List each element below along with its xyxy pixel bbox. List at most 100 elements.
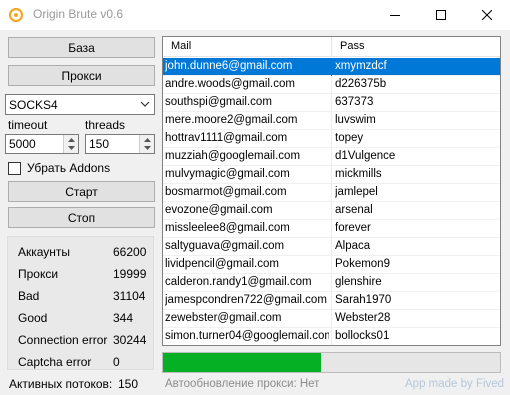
table-row[interactable]: lividpencil@gmail.com Pokemon9 bbox=[163, 256, 500, 274]
cell-mail: jamespcondren722@gmail.com bbox=[165, 294, 327, 306]
chevron-down-icon bbox=[140, 101, 150, 107]
column-divider bbox=[331, 76, 332, 94]
cell-mail: evozone@gmail.com bbox=[165, 204, 273, 216]
column-divider bbox=[331, 94, 332, 112]
cell-pass: Webster28 bbox=[335, 312, 391, 324]
cell-pass: Sarah1970 bbox=[335, 294, 392, 306]
remove-addons-checkbox[interactable] bbox=[8, 162, 21, 175]
timeout-spinner[interactable]: 5000 bbox=[5, 134, 79, 154]
remove-addons-label[interactable]: Убрать Addons bbox=[27, 161, 110, 175]
stat-label: Bad bbox=[18, 289, 40, 303]
stat-label: Прокси bbox=[18, 267, 59, 281]
cell-mail: saltyguava@gmail.com bbox=[165, 240, 285, 252]
timeout-spinner-arrows[interactable] bbox=[63, 135, 78, 153]
accounts-table[interactable]: Mail Pass john.dunne6@gmail.com xmymzdcf a… bbox=[162, 36, 501, 346]
stats-panel: Аккаунты 66200 Прокси 19999 Bad 31104 Go… bbox=[7, 236, 154, 370]
column-header-pass[interactable]: Pass bbox=[340, 40, 364, 52]
threads-spinner[interactable]: 150 bbox=[85, 134, 155, 154]
proxy-button[interactable]: Прокси bbox=[8, 65, 155, 86]
column-divider[interactable] bbox=[331, 37, 332, 57]
cell-mail: simon.turner04@googlemail.com bbox=[165, 330, 329, 342]
stat-proxies: Прокси 19999 bbox=[18, 267, 148, 283]
stat-good: Good 344 bbox=[18, 311, 148, 327]
table-row[interactable]: hottrav1111@gmail.com topey bbox=[163, 130, 500, 148]
spin-up-icon[interactable] bbox=[144, 138, 151, 142]
cell-pass: glenshire bbox=[335, 276, 382, 288]
threads-value: 150 bbox=[89, 137, 110, 151]
close-icon bbox=[482, 10, 492, 20]
table-row[interactable]: evozone@gmail.com arsenal bbox=[163, 202, 500, 220]
stop-button[interactable]: Стоп bbox=[8, 207, 155, 228]
column-header-mail[interactable]: Mail bbox=[171, 40, 191, 52]
cell-pass: jamlepel bbox=[335, 186, 378, 198]
made-by-label: App made by Fived bbox=[405, 378, 505, 390]
table-row[interactable]: saltyguava@gmail.com Alpaca bbox=[163, 238, 500, 256]
cell-pass: Alpaca bbox=[335, 240, 371, 252]
table-row[interactable]: zewebster@gmail.com Webster28 bbox=[163, 310, 500, 328]
cell-mail: bosmarmot@gmail.com bbox=[165, 186, 287, 198]
proxy-type-value: SOCKS4 bbox=[9, 98, 58, 112]
active-threads-label: Активных потоков: bbox=[9, 377, 113, 391]
cell-mail: andre.woods@gmail.com bbox=[165, 78, 295, 90]
spin-up-icon[interactable] bbox=[68, 138, 75, 142]
column-divider bbox=[331, 220, 332, 238]
cell-mail: lividpencil@gmail.com bbox=[165, 258, 279, 270]
window-title: Origin Brute v0.6 bbox=[33, 7, 124, 21]
cell-pass: bollocks01 bbox=[335, 330, 390, 342]
start-button[interactable]: Старт bbox=[8, 181, 155, 202]
table-row[interactable]: john.dunne6@gmail.com xmymzdcf bbox=[163, 58, 500, 76]
proxy-type-select[interactable]: SOCKS4 bbox=[5, 94, 155, 115]
table-row[interactable]: bosmarmot@gmail.com jamlepel bbox=[163, 184, 500, 202]
table-row[interactable]: muzziah@googlemail.com d1Vulgence bbox=[163, 148, 500, 166]
column-divider bbox=[331, 274, 332, 292]
table-row[interactable]: andre.woods@gmail.com d226375b bbox=[163, 76, 500, 94]
cell-mail: john.dunne6@gmail.com bbox=[165, 60, 293, 72]
cell-mail: calderon.randy1@gmail.com bbox=[165, 276, 312, 288]
base-button[interactable]: База bbox=[8, 37, 155, 58]
column-divider bbox=[331, 202, 332, 220]
stat-value: 0 bbox=[113, 355, 120, 369]
minimize-button[interactable] bbox=[372, 0, 418, 30]
cell-pass: 637373 bbox=[335, 96, 374, 108]
stat-value: 66200 bbox=[113, 245, 147, 259]
timeout-value: 5000 bbox=[9, 137, 36, 151]
column-divider bbox=[331, 238, 332, 256]
threads-spinner-arrows[interactable] bbox=[139, 135, 154, 153]
column-divider bbox=[331, 292, 332, 310]
timeout-label: timeout bbox=[8, 118, 48, 132]
threads-label: threads bbox=[85, 118, 126, 132]
spin-down-icon[interactable] bbox=[144, 146, 151, 150]
table-row[interactable]: mulvymagic@gmail.com mickmills bbox=[163, 166, 500, 184]
stat-label: Аккаунты bbox=[18, 245, 71, 259]
column-divider bbox=[331, 112, 332, 130]
stat-value: 31104 bbox=[113, 289, 146, 303]
progress-fill bbox=[163, 353, 321, 372]
stat-label: Captcha error bbox=[18, 355, 92, 369]
column-divider bbox=[331, 130, 332, 148]
minimize-icon bbox=[390, 15, 400, 16]
table-row[interactable]: missleelee8@gmail.com forever bbox=[163, 220, 500, 238]
table-body: john.dunne6@gmail.com xmymzdcf andre.woods… bbox=[163, 58, 500, 345]
cell-mail: missleelee8@gmail.com bbox=[165, 222, 290, 234]
progress-bar bbox=[162, 352, 501, 373]
table-row[interactable]: jamespcondren722@gmail.com Sarah1970 bbox=[163, 292, 500, 310]
table-row[interactable]: mere.moore2@gmail.com luvswim bbox=[163, 112, 500, 130]
spin-down-icon[interactable] bbox=[68, 146, 75, 150]
cell-mail: zewebster@gmail.com bbox=[165, 312, 282, 324]
cell-pass: Pokemon9 bbox=[335, 258, 390, 270]
column-divider bbox=[331, 58, 332, 76]
table-row[interactable]: southspi@gmail.com 637373 bbox=[163, 94, 500, 112]
close-button[interactable] bbox=[464, 0, 510, 30]
cell-mail: muzziah@googlemail.com bbox=[165, 150, 301, 162]
cell-pass: xmymzdcf bbox=[335, 60, 387, 72]
table-row[interactable]: simon.turner04@googlemail.com bollocks01 bbox=[163, 328, 500, 345]
table-header: Mail Pass bbox=[163, 37, 500, 57]
maximize-button[interactable] bbox=[418, 0, 464, 30]
column-divider bbox=[331, 166, 332, 184]
table-row[interactable]: calderon.randy1@gmail.com glenshire bbox=[163, 274, 500, 292]
stat-captcha-error: Captcha error 0 bbox=[18, 355, 148, 371]
stat-label: Connection error bbox=[18, 333, 108, 347]
active-threads-value: 150 bbox=[118, 377, 139, 391]
cell-pass: topey bbox=[335, 132, 364, 144]
title-bar[interactable]: Origin Brute v0.6 bbox=[0, 0, 510, 30]
